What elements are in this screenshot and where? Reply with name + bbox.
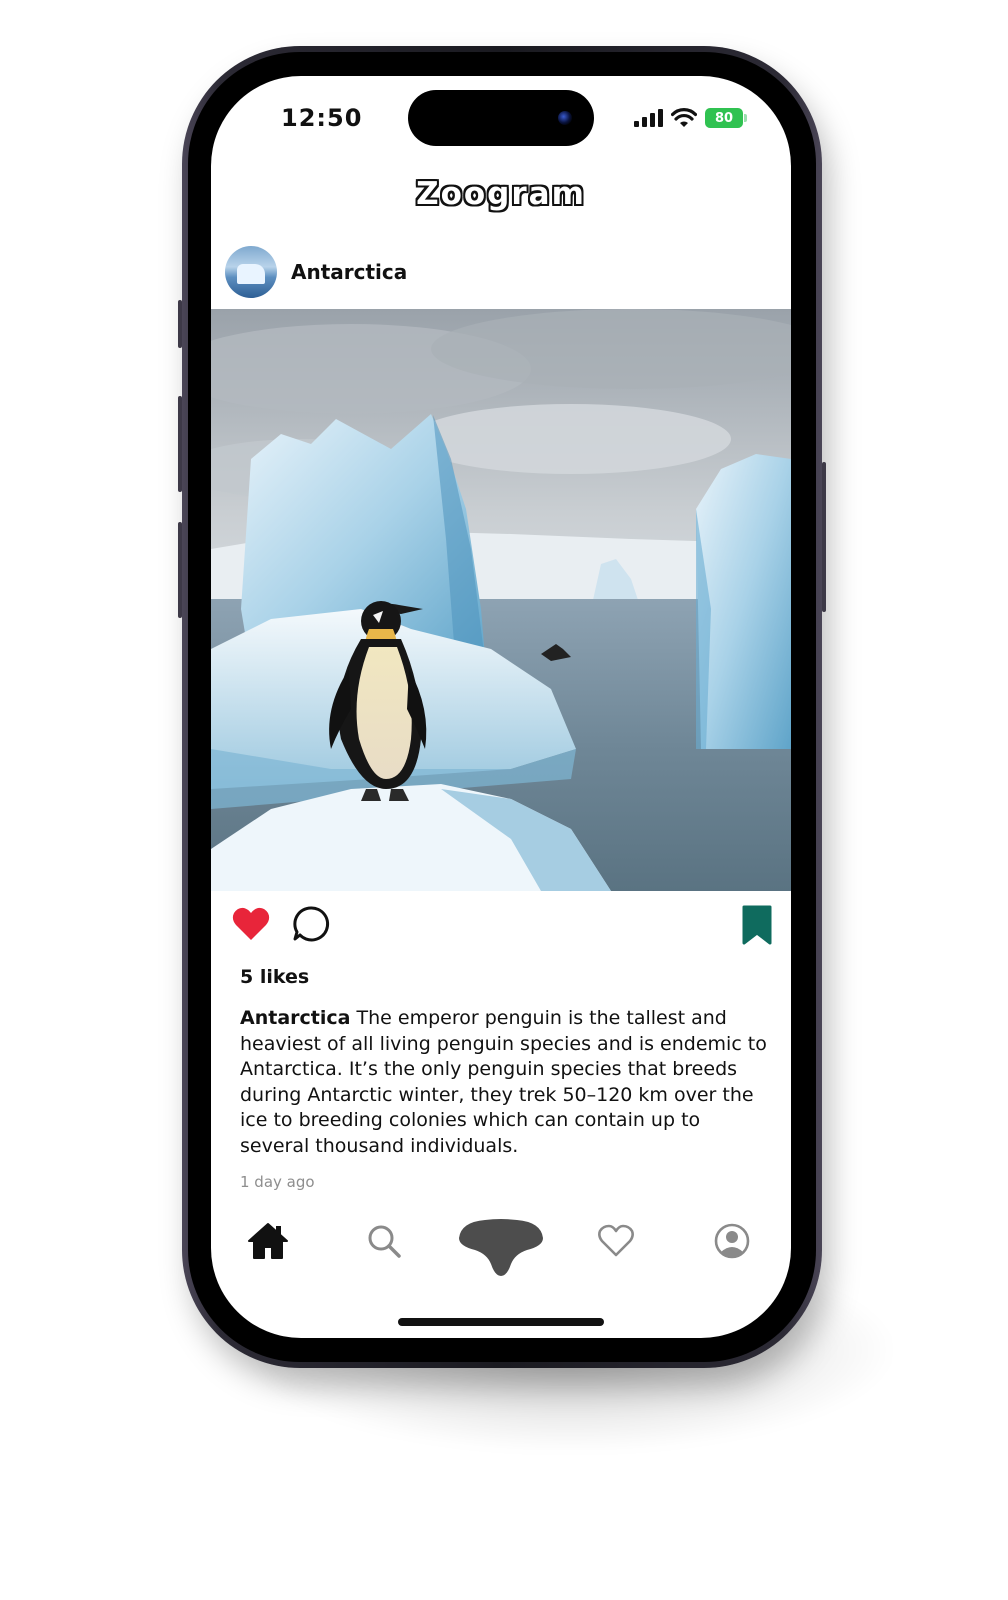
- search-icon: [368, 1225, 401, 1258]
- post-actions: [211, 904, 791, 948]
- avatar-iceberg: [237, 264, 265, 284]
- status-bar: 12:50 80: [211, 76, 791, 166]
- dynamic-island: [408, 90, 594, 146]
- comment-bubble-icon: [293, 906, 330, 942]
- save-button[interactable]: [741, 904, 773, 946]
- penguin-iceberg-photo: [211, 309, 791, 891]
- caption-text: The emperor penguin is the tallest and h…: [240, 1007, 767, 1157]
- home-icon: [248, 1223, 288, 1259]
- app-logo: Zoogram: [416, 176, 586, 212]
- volume-up-button: [178, 396, 182, 492]
- nose-icon: [459, 1219, 543, 1276]
- tab-home[interactable]: [243, 1216, 293, 1266]
- likes-count[interactable]: 5 likes: [240, 966, 309, 988]
- profile-icon: [714, 1223, 750, 1259]
- bookmark-filled-icon: [742, 905, 772, 945]
- signal-icon: [634, 109, 663, 127]
- phone-screen: 12:50 80 Zoogram Antarctica 5 likes Anta…: [211, 76, 791, 1338]
- post-username[interactable]: Antarctica: [291, 260, 407, 284]
- action-button: [178, 300, 182, 348]
- post-caption: Antarctica The emperor penguin is the ta…: [240, 1006, 770, 1159]
- battery-level: 80: [714, 110, 734, 126]
- post-header[interactable]: Antarctica: [225, 246, 407, 298]
- tab-create[interactable]: [455, 1212, 547, 1278]
- home-indicator[interactable]: [398, 1318, 604, 1326]
- volume-down-button: [178, 522, 182, 618]
- post-image[interactable]: [211, 309, 791, 891]
- heart-filled-icon: [232, 907, 270, 940]
- comment-button[interactable]: [291, 904, 331, 944]
- power-button: [822, 462, 826, 612]
- avatar[interactable]: [225, 246, 277, 298]
- post-timestamp: 1 day ago: [240, 1173, 315, 1191]
- tab-search[interactable]: [359, 1216, 409, 1266]
- heart-icon: [598, 1224, 634, 1257]
- tab-profile[interactable]: [707, 1216, 757, 1266]
- like-button[interactable]: [231, 904, 271, 944]
- status-icons: 80: [633, 106, 747, 130]
- caption-username[interactable]: Antarctica: [240, 1007, 350, 1029]
- status-time: 12:50: [281, 104, 363, 132]
- battery-icon: 80: [705, 108, 747, 128]
- camera-icon: [558, 111, 572, 125]
- battery-tip: [744, 114, 747, 122]
- wifi-icon: [671, 108, 697, 127]
- bottom-tab-bar: [211, 1216, 791, 1296]
- tab-activity[interactable]: [591, 1216, 641, 1266]
